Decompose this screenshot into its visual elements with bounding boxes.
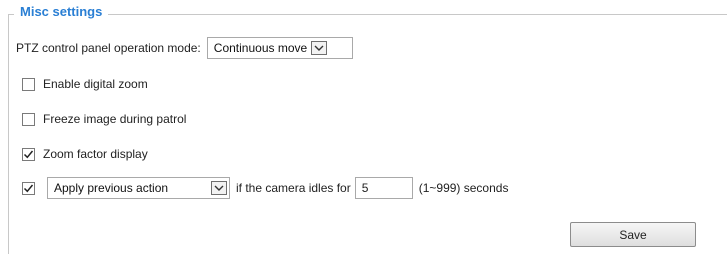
idle-text: if the camera idles for — [236, 181, 351, 195]
option-row-freeze-image: Freeze image during patrol — [22, 112, 186, 126]
save-button[interactable]: Save — [570, 222, 696, 247]
idle-action-select[interactable]: Apply previous action — [47, 177, 230, 199]
chevron-down-icon[interactable] — [311, 41, 328, 55]
ptz-mode-selected: Continuous move — [213, 41, 308, 55]
idle-seconds-input[interactable]: 5 — [354, 177, 413, 199]
ptz-mode-row: PTZ control panel operation mode: Contin… — [16, 37, 353, 59]
section-title: Misc settings — [14, 4, 109, 19]
freeze-image-checkbox[interactable] — [22, 112, 35, 126]
option-row-zoom-factor: Zoom factor display — [22, 147, 148, 161]
option-label: Freeze image during patrol — [43, 112, 187, 126]
option-label: Zoom factor display — [43, 147, 148, 161]
zoom-factor-display-checkbox[interactable] — [22, 147, 35, 161]
idle-range-text: (1~999) seconds — [418, 181, 509, 195]
ptz-mode-label: PTZ control panel operation mode: — [16, 41, 201, 55]
idle-action-row: Apply previous action if the camera idle… — [22, 177, 508, 199]
ptz-mode-select[interactable]: Continuous move — [206, 37, 353, 59]
idle-action-checkbox[interactable] — [22, 181, 35, 195]
option-row-digital-zoom: Enable digital zoom — [22, 77, 148, 91]
enable-digital-zoom-checkbox[interactable] — [22, 77, 35, 91]
chevron-down-icon[interactable] — [211, 181, 227, 195]
idle-action-selected: Apply previous action — [54, 181, 169, 195]
option-label: Enable digital zoom — [43, 77, 148, 91]
